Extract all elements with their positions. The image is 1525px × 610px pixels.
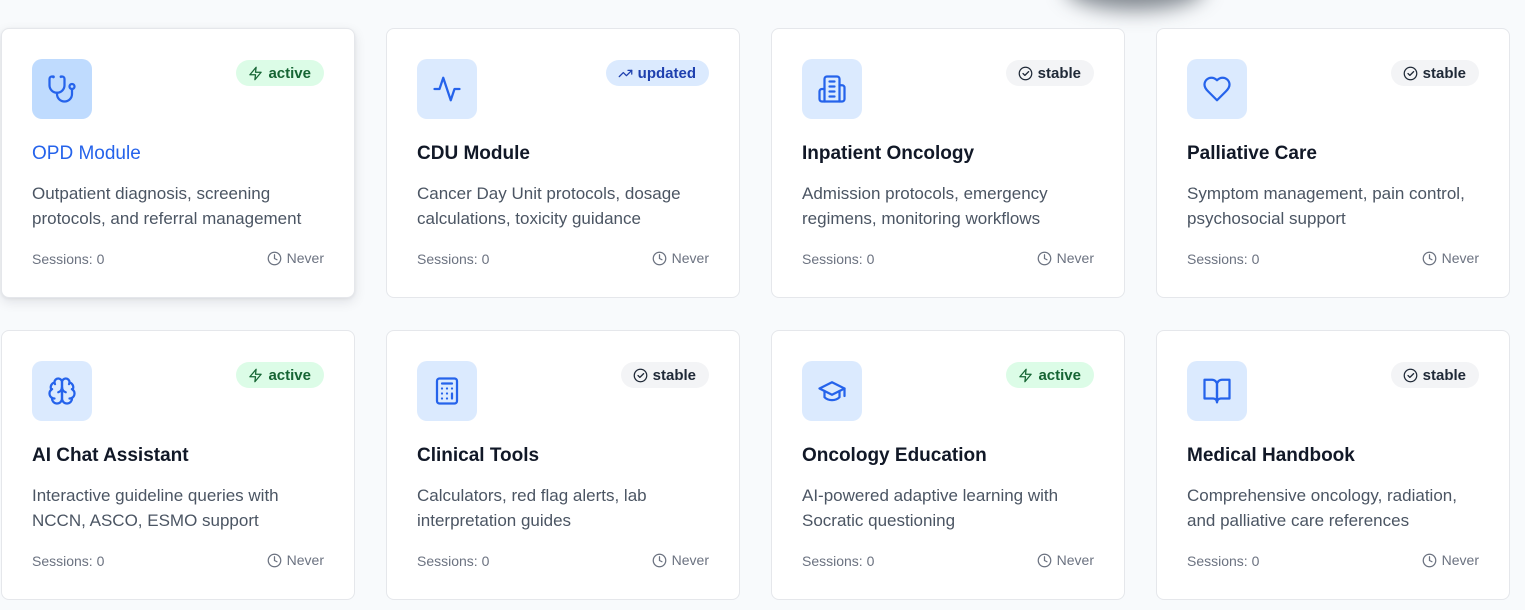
module-title[interactable]: Palliative Care xyxy=(1187,143,1317,165)
brain-icon xyxy=(32,361,92,421)
sessions-count: Sessions: 0 xyxy=(802,251,875,267)
module-card-ai-chat[interactable]: active AI Chat Assistant Interactive gui… xyxy=(1,330,355,600)
last-used-label: Never xyxy=(1441,250,1479,266)
graduation-cap-icon xyxy=(802,361,862,421)
module-title[interactable]: Medical Handbook xyxy=(1187,445,1355,467)
zap-icon xyxy=(1019,368,1033,382)
module-card-clinical-tools[interactable]: stable Clinical Tools Calculators, red f… xyxy=(386,330,740,600)
status-label: stable xyxy=(1422,64,1466,82)
module-card-palliative[interactable]: stable Palliative Care Symptom managemen… xyxy=(1156,28,1510,298)
module-card-inpatient[interactable]: stable Inpatient Oncology Admission prot… xyxy=(771,28,1125,298)
last-used: Never xyxy=(652,552,709,568)
status-label: stable xyxy=(1037,64,1081,82)
last-used: Never xyxy=(267,250,324,266)
module-description: Admission protocols, emergency regimens,… xyxy=(802,184,1048,228)
module-card-handbook[interactable]: stable Medical Handbook Comprehensive on… xyxy=(1156,330,1510,600)
module-description: Calculators, red flag alerts, lab interp… xyxy=(417,486,647,530)
status-badge: stable xyxy=(620,362,709,388)
sessions-count: Sessions: 0 xyxy=(32,251,105,267)
module-grid: active OPD Module Outpatient diagnosis, … xyxy=(0,28,1525,610)
last-used-label: Never xyxy=(286,552,324,568)
sessions-count: Sessions: 0 xyxy=(1187,553,1260,569)
check-circle-icon xyxy=(633,368,648,382)
last-used-label: Never xyxy=(1056,250,1094,266)
activity-icon xyxy=(417,59,477,119)
clock-icon xyxy=(1037,251,1052,265)
module-title[interactable]: CDU Module xyxy=(417,143,530,165)
module-card-opd[interactable]: active OPD Module Outpatient diagnosis, … xyxy=(1,28,355,298)
module-description: Outpatient diagnosis, screening protocol… xyxy=(32,184,302,228)
hospital-icon xyxy=(802,59,862,119)
last-used-label: Never xyxy=(1056,552,1094,568)
module-title[interactable]: AI Chat Assistant xyxy=(32,445,189,467)
module-card-education[interactable]: active Oncology Education AI-powered ada… xyxy=(771,330,1125,600)
module-description: Interactive guideline queries with NCCN,… xyxy=(32,486,279,530)
clock-icon xyxy=(652,553,667,567)
module-title[interactable]: Inpatient Oncology xyxy=(802,143,974,165)
sessions-count: Sessions: 0 xyxy=(417,553,490,569)
last-used-label: Never xyxy=(671,250,709,266)
check-circle-icon xyxy=(1018,66,1033,80)
status-badge: updated xyxy=(605,60,709,86)
module-title[interactable]: Clinical Tools xyxy=(417,445,539,467)
module-title[interactable]: OPD Module xyxy=(32,143,141,165)
last-used: Never xyxy=(267,552,324,568)
status-badge: active xyxy=(236,362,324,388)
clock-icon xyxy=(267,553,282,567)
sessions-count: Sessions: 0 xyxy=(802,553,875,569)
status-badge: active xyxy=(1006,362,1094,388)
sessions-count: Sessions: 0 xyxy=(32,553,105,569)
last-used: Never xyxy=(652,250,709,266)
last-used: Never xyxy=(1037,552,1094,568)
module-description: AI-powered adaptive learning with Socrat… xyxy=(802,486,1059,530)
status-badge: stable xyxy=(1390,362,1479,388)
status-label: stable xyxy=(652,366,696,384)
stethoscope-icon xyxy=(32,59,92,119)
zap-icon xyxy=(249,368,263,382)
book-open-icon xyxy=(1187,361,1247,421)
sessions-count: Sessions: 0 xyxy=(417,251,490,267)
status-badge: stable xyxy=(1390,60,1479,86)
last-used: Never xyxy=(1037,250,1094,266)
check-circle-icon xyxy=(1403,66,1418,80)
floating-shadow xyxy=(1065,0,1205,10)
clock-icon xyxy=(1037,553,1052,567)
status-label: active xyxy=(268,64,311,82)
status-badge: stable xyxy=(1005,60,1094,86)
last-used: Never xyxy=(1422,552,1479,568)
check-circle-icon xyxy=(1403,368,1418,382)
trending-up-icon xyxy=(618,69,633,77)
zap-icon xyxy=(249,66,263,80)
calculator-icon xyxy=(417,361,477,421)
clock-icon xyxy=(652,251,667,265)
module-description: Symptom management, pain control, psycho… xyxy=(1187,184,1465,228)
status-label: stable xyxy=(1422,366,1466,384)
module-title[interactable]: Oncology Education xyxy=(802,445,987,467)
last-used: Never xyxy=(1422,250,1479,266)
module-card-cdu[interactable]: updated CDU Module Cancer Day Unit proto… xyxy=(386,28,740,298)
clock-icon xyxy=(1422,553,1437,567)
last-used-label: Never xyxy=(1441,552,1479,568)
status-badge: active xyxy=(236,60,324,86)
last-used-label: Never xyxy=(286,250,324,266)
status-label: active xyxy=(268,366,311,384)
heart-icon xyxy=(1187,59,1247,119)
sessions-count: Sessions: 0 xyxy=(1187,251,1260,267)
status-label: updated xyxy=(637,64,696,82)
last-used-label: Never xyxy=(671,552,709,568)
status-label: active xyxy=(1038,366,1081,384)
clock-icon xyxy=(1422,251,1437,265)
module-description: Cancer Day Unit protocols, dosage calcul… xyxy=(417,184,681,228)
module-description: Comprehensive oncology, radiation, and p… xyxy=(1187,486,1457,530)
clock-icon xyxy=(267,251,282,265)
